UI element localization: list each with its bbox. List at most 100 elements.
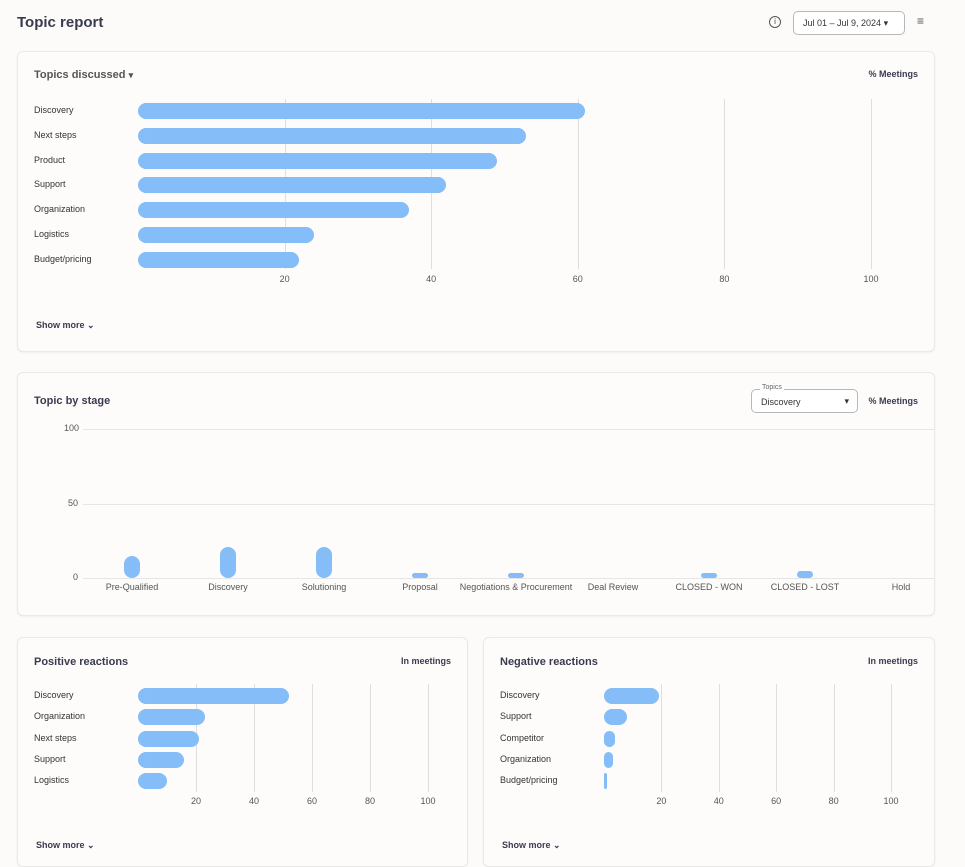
bar <box>138 227 314 243</box>
category-label: Support <box>34 179 66 190</box>
x-tick-label: 60 <box>771 796 782 806</box>
show-more-button[interactable]: Show more ⌄ <box>502 840 561 851</box>
grid-line <box>776 684 778 792</box>
unit-label: % Meetings <box>868 396 918 406</box>
show-more-label: Show more <box>36 840 85 850</box>
grid-line <box>891 684 892 792</box>
bar <box>604 751 613 768</box>
category-label: Organization <box>500 753 552 764</box>
bar <box>316 546 332 578</box>
bar <box>604 709 627 726</box>
info-icon[interactable]: i <box>769 16 781 28</box>
topic-by-stage-card: Topic by stage Topics Discovery ▾ % Meet… <box>17 372 935 616</box>
caret-down-icon: ▾ <box>883 18 889 28</box>
date-range-button[interactable]: Jul 01 – Jul 9, 2024 ▾ <box>793 11 905 35</box>
grid-line <box>83 429 935 430</box>
category-label: Organization <box>34 204 86 215</box>
show-more-button[interactable]: Show more ⌄ <box>36 840 95 851</box>
x-tick-label: 40 <box>713 796 724 806</box>
x-tick-label: 60 <box>572 274 583 284</box>
x-tick-label: 40 <box>426 274 437 284</box>
bar <box>138 177 446 194</box>
x-tick-label: 100 <box>420 796 436 806</box>
topics-discussed-card: Topics discussed ▾ % Meetings 20 40 60 80 10… <box>17 51 935 352</box>
x-tick-label: Proposal <box>402 582 438 592</box>
x-tick-label: CLOSED - WON <box>675 582 743 592</box>
bar <box>138 152 498 169</box>
bar <box>138 709 205 726</box>
bar <box>701 573 717 578</box>
bar <box>412 573 428 578</box>
grid-line <box>577 99 579 269</box>
card-title: Topic by stage <box>34 395 111 407</box>
x-tick-label: 20 <box>190 796 202 806</box>
x-tick-label: Deal Review <box>587 582 639 592</box>
y-tick-label: 50 <box>68 497 79 508</box>
unit-label: In meetings <box>867 656 918 666</box>
category-label: Next steps <box>34 129 77 140</box>
x-tick-label: 20 <box>279 274 290 284</box>
category-label: Discovery <box>500 690 540 700</box>
bar <box>138 773 167 790</box>
bar <box>604 773 607 790</box>
negative-reactions-card: Negative reactions In meetings 20 40 60 80 1… <box>483 637 935 867</box>
select-value: Discovery <box>761 397 801 407</box>
category-label: Budget/pricing <box>500 775 558 786</box>
x-tick-label: Negotiations & Procurement <box>459 582 573 592</box>
chevron-down-icon: ⌄ <box>87 320 95 330</box>
show-more-button[interactable]: Show more ⌄ <box>36 320 95 331</box>
x-tick-label: Pre-Qualified <box>105 582 159 592</box>
card-title: Topics discussed <box>34 69 126 81</box>
chevron-down-icon: ⌄ <box>87 840 95 850</box>
x-tick-label: 40 <box>248 796 260 806</box>
topics-discussed-dropdown[interactable]: Topics discussed ▾ <box>34 69 133 81</box>
category-label: Product <box>34 154 66 165</box>
x-tick-label: Solutioning <box>301 582 347 592</box>
bar <box>138 730 199 747</box>
grid-line <box>83 503 935 505</box>
category-label: Logistics <box>34 775 70 786</box>
positive-reactions-card: Positive reactions In meetings 20 40 60 80 1… <box>17 637 468 867</box>
category-label: Competitor <box>500 732 545 743</box>
unit-label: % Meetings <box>868 69 918 79</box>
show-more-label: Show more <box>502 840 551 850</box>
unit-label: In meetings <box>400 656 451 666</box>
x-tick-label: 20 <box>656 796 667 806</box>
bar <box>138 688 289 704</box>
grid-line <box>370 684 371 792</box>
grid-line <box>428 684 429 792</box>
category-label: Next steps <box>34 732 77 743</box>
category-label: Support <box>500 711 532 722</box>
bar <box>797 570 813 578</box>
grid-line <box>661 684 663 792</box>
bar <box>138 751 185 768</box>
y-tick-label: 0 <box>73 572 79 582</box>
topics-select[interactable]: Topics Discovery ▾ <box>751 384 858 413</box>
bar <box>138 127 527 144</box>
grid-line <box>724 99 726 269</box>
grid-line <box>871 99 872 269</box>
bar <box>508 573 524 578</box>
category-label: Organization <box>34 711 86 722</box>
bar <box>124 555 140 578</box>
x-tick-label: Hold <box>891 582 911 592</box>
category-label: Budget/pricing <box>34 253 92 264</box>
x-tick-label: 100 <box>883 796 899 806</box>
bar <box>138 202 410 219</box>
category-label: Discovery <box>34 690 74 700</box>
grid-line <box>718 684 720 792</box>
grid-line <box>83 578 935 579</box>
grid-line <box>312 684 313 792</box>
x-tick-label: 80 <box>364 796 376 806</box>
y-tick-label: 100 <box>64 423 80 433</box>
caret-down-icon: ▾ <box>128 70 134 80</box>
show-more-label: Show more <box>36 320 85 330</box>
category-label: Logistics <box>34 229 70 239</box>
category-label: Support <box>34 753 66 764</box>
bar <box>138 103 586 119</box>
chevron-down-icon: ⌄ <box>553 840 561 850</box>
filter-icon[interactable]: ≡ <box>917 14 924 28</box>
x-tick-label: 60 <box>306 796 318 806</box>
bar <box>604 688 659 704</box>
bar <box>138 251 300 268</box>
